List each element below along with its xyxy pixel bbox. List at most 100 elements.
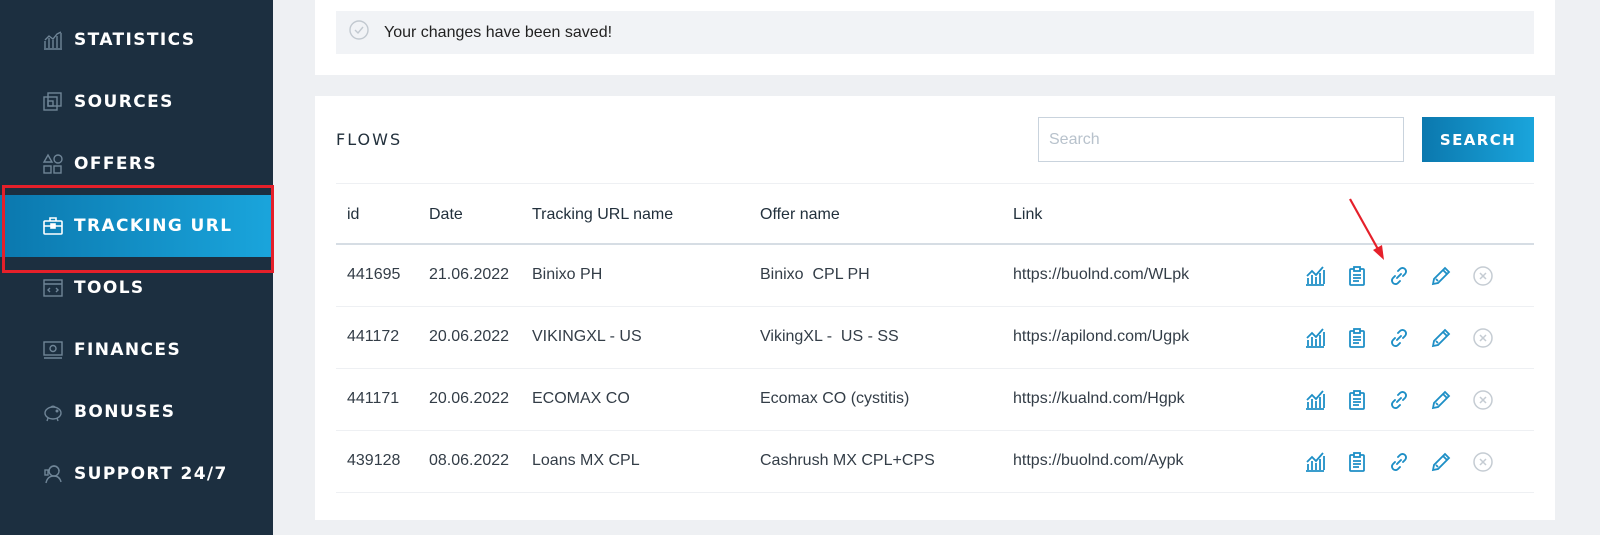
stats-chart-icon [1304,451,1326,473]
row-copy-button[interactable] [1344,325,1370,351]
row-delete-button[interactable] [1470,387,1496,413]
cell-link: https://apilond.com/Ugpk [1013,328,1190,345]
cell-date: 20.06.2022 [429,390,510,407]
pencil-icon [1430,451,1452,473]
row-delete-button[interactable] [1470,263,1496,289]
flows-title: FLOWS [336,130,403,149]
offers-icon [41,152,65,176]
close-circle-icon [1472,451,1494,473]
row-stats-button[interactable] [1302,263,1328,289]
column-header-id: id [347,206,360,223]
link-icon [1388,327,1410,349]
row-actions [1302,263,1512,289]
pencil-icon [1430,327,1452,349]
sidebar-item-finances[interactable]: FINANCES [0,319,273,381]
cell-tracking-url-name: VIKINGXL - US [532,328,642,345]
column-header-link: Link [1013,206,1043,223]
sidebar-item-offers[interactable]: OFFERS [0,133,273,195]
sources-icon [41,90,65,114]
cell-tracking-url-name: Binixo PH [532,266,603,283]
row-delete-button[interactable] [1470,449,1496,475]
column-header-tracking-url-name: Tracking URL name [532,206,674,223]
clipboard-icon [1346,327,1368,349]
cell-offer-name: Ecomax CO (cystitis) [760,390,910,407]
cell-tracking-url-name: Loans MX CPL [532,452,640,469]
close-circle-icon [1472,265,1494,287]
stats-chart-icon [1304,389,1326,411]
notice-text: Your changes have been saved! [384,23,613,41]
finances-icon [41,338,65,362]
row-copy-button[interactable] [1344,449,1370,475]
row-link-button[interactable] [1386,263,1412,289]
sidebar-item-label: BONUSES [74,402,176,422]
row-edit-button[interactable] [1428,325,1454,351]
sidebar-item-tracking-url[interactable]: TRACKING URL [0,195,273,257]
row-stats-button[interactable] [1302,387,1328,413]
table-row: 441172 20.06.2022 VIKINGXL - US VikingXL - … [336,307,1534,369]
row-stats-button[interactable] [1302,325,1328,351]
table-body: 441695 21.06.2022 Binixo PH Binixo CPL PH ht… [336,245,1534,493]
cell-date: 20.06.2022 [429,328,510,345]
close-circle-icon [1472,389,1494,411]
column-header-date: Date [429,206,463,223]
tools-icon [41,276,65,300]
row-edit-button[interactable] [1428,449,1454,475]
support-icon [41,462,65,486]
row-actions [1302,325,1512,351]
row-actions [1302,387,1512,413]
sidebar-item-support[interactable]: SUPPORT 24/7 [0,443,273,505]
cell-offer-name: Binixo CPL PH [760,266,870,283]
row-stats-button[interactable] [1302,449,1328,475]
row-link-button[interactable] [1386,387,1412,413]
table-row: 439128 08.06.2022 Loans MX CPL Cashrush MX … [336,431,1534,493]
row-edit-button[interactable] [1428,263,1454,289]
cell-link: https://buolnd.com/Aypk [1013,452,1184,469]
piggy-bank-icon [41,400,65,424]
pencil-icon [1430,265,1452,287]
cell-link: https://buolnd.com/WLpk [1013,266,1190,283]
cell-id: 439128 [347,452,401,469]
row-edit-button[interactable] [1428,387,1454,413]
close-circle-icon [1472,327,1494,349]
flows-table: id Date Tracking URL name Offer name Lin… [336,183,1534,493]
sidebar-item-label: TOOLS [74,278,145,298]
table-row: 441171 20.06.2022 ECOMAX CO Ecomax CO (cyst… [336,369,1534,431]
cell-id: 441172 [347,328,400,345]
sidebar-item-tools[interactable]: TOOLS [0,257,273,319]
notice-card: Your changes have been saved! [315,0,1555,75]
sidebar-item-label: SOURCES [74,92,174,112]
flows-card: FLOWS SEARCH id Date Tracking URL name O… [315,96,1555,520]
cell-offer-name: VikingXL - US - SS [760,328,899,345]
search-button[interactable]: SEARCH [1422,117,1534,162]
cell-link: https://kualnd.com/Hgpk [1013,390,1185,407]
column-header-offer-name: Offer name [760,206,840,223]
pencil-icon [1430,389,1452,411]
search-input[interactable] [1038,117,1404,162]
cell-tracking-url-name: ECOMAX CO [532,390,630,407]
link-icon [1388,389,1410,411]
sidebar-item-statistics[interactable]: STATISTICS [0,9,273,71]
row-delete-button[interactable] [1470,325,1496,351]
success-notice: Your changes have been saved! [336,11,1534,54]
cell-id: 441695 [347,266,401,283]
sidebar-item-label: SUPPORT 24/7 [74,464,228,484]
sidebar-item-label: STATISTICS [74,30,196,50]
clipboard-icon [1346,451,1368,473]
sidebar-item-sources[interactable]: SOURCES [0,71,273,133]
row-link-button[interactable] [1386,325,1412,351]
sidebar-item-label: TRACKING URL [74,216,233,236]
sidebar: STATISTICS SOURCES OFFERS TRACKING URL T… [0,0,273,535]
clipboard-icon [1346,265,1368,287]
row-copy-button[interactable] [1344,263,1370,289]
clipboard-icon [1346,389,1368,411]
stats-chart-icon [1304,265,1326,287]
row-copy-button[interactable] [1344,387,1370,413]
table-row: 441695 21.06.2022 Binixo PH Binixo CPL PH ht… [336,245,1534,307]
row-link-button[interactable] [1386,449,1412,475]
briefcase-icon [41,214,65,238]
sidebar-item-label: FINANCES [74,340,182,360]
cell-id: 441171 [347,390,400,407]
sidebar-item-bonuses[interactable]: BONUSES [0,381,273,443]
cell-offer-name: Cashrush MX CPL+CPS [760,452,935,469]
sidebar-item-label: OFFERS [74,154,158,174]
